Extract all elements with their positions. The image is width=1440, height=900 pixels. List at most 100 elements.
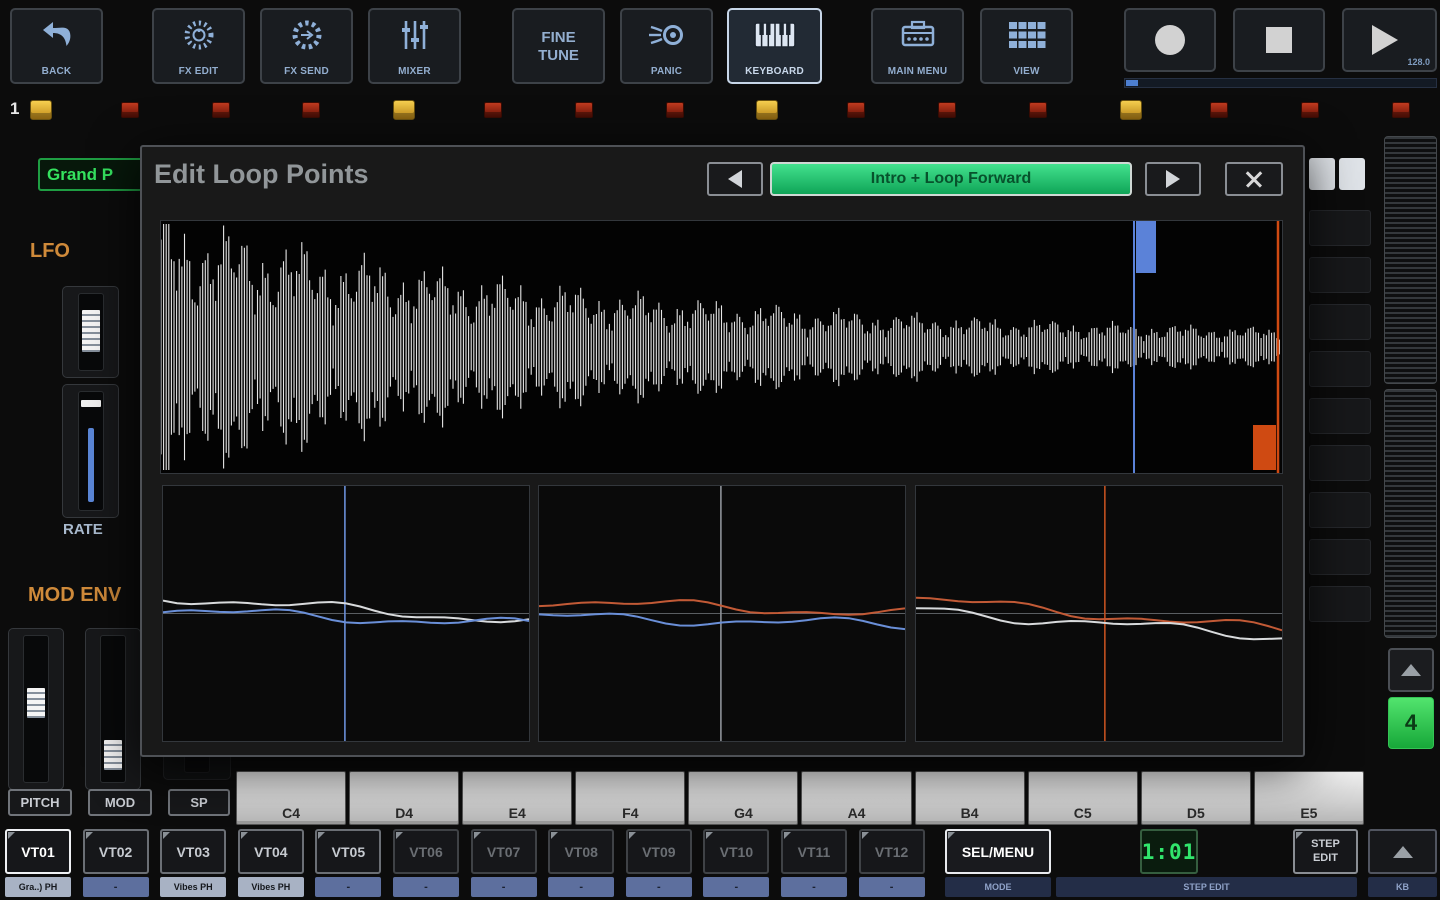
fader-handle[interactable] (82, 310, 100, 352)
piano-key[interactable]: D5 (1141, 771, 1251, 825)
background-slot (1309, 492, 1371, 528)
song-position-bar[interactable] (1124, 78, 1437, 88)
up-arrow-icon (1393, 846, 1413, 858)
background-slot (1309, 586, 1371, 622)
track-button[interactable]: VT04 (238, 829, 304, 874)
piano-key[interactable]: A4 (801, 771, 911, 825)
octave-keyboard: C4D4E4F4G4A4B4C5D5E5 (236, 771, 1364, 825)
track-button[interactable]: VT08 (548, 829, 614, 874)
track-status-cell: - (859, 877, 925, 897)
record-button[interactable] (1124, 8, 1216, 72)
fx-knob-icon (182, 16, 216, 54)
pad-icon[interactable] (212, 102, 230, 118)
track-status-cell: - (471, 877, 537, 897)
envelope-panel-1[interactable] (162, 485, 530, 742)
pad-icon[interactable] (121, 102, 139, 118)
track-button[interactable]: VT03 (160, 829, 226, 874)
piano-key[interactable]: E5 (1254, 771, 1364, 825)
pad-icon[interactable] (938, 102, 956, 118)
track-button[interactable]: VT02 (83, 829, 149, 874)
track-status-cell: Vibes PH (238, 877, 304, 897)
track-status-row: Gra..) PH-Vibes PHVibes PH-------- MODE … (0, 877, 1440, 899)
loop-start-handle[interactable] (1136, 221, 1156, 273)
loop-mode-prev-button[interactable] (707, 162, 763, 196)
pad-icon[interactable] (666, 102, 684, 118)
page-number-button[interactable]: 4 (1388, 697, 1434, 749)
pad-icon[interactable] (1120, 100, 1142, 120)
track-button[interactable]: VT11 (781, 829, 847, 874)
piano-key[interactable]: C4 (236, 771, 346, 825)
pad-icon[interactable] (484, 102, 502, 118)
keyboard-up-button[interactable] (1368, 829, 1437, 874)
track-button[interactable]: VT10 (703, 829, 769, 874)
mod-env-fader-1[interactable] (8, 628, 64, 790)
background-slot (1309, 351, 1371, 387)
step-edit-button[interactable]: STEP EDIT (1293, 829, 1358, 874)
fx-send-button[interactable]: FX SEND (260, 8, 353, 84)
track-button[interactable]: VT09 (626, 829, 692, 874)
pad-icon[interactable] (30, 100, 52, 120)
piano-key[interactable]: E4 (462, 771, 572, 825)
mod-button[interactable]: MOD (88, 789, 152, 816)
fine-tune-button[interactable]: FINE TUNE (512, 8, 605, 84)
background-slot (1309, 539, 1371, 575)
pad-icon[interactable] (1210, 102, 1228, 118)
sp-button[interactable]: SP (168, 789, 230, 816)
background-slot (1309, 445, 1371, 481)
piano-key[interactable]: G4 (688, 771, 798, 825)
keyboard-button[interactable]: KEYBOARD (727, 8, 822, 84)
pad-icon[interactable] (847, 102, 865, 118)
lfo-wave-fader[interactable] (62, 286, 119, 378)
pad-icon[interactable] (393, 100, 415, 120)
track-status-cell: - (315, 877, 381, 897)
pad-icon[interactable] (575, 102, 593, 118)
fx-edit-button[interactable]: FX EDIT (152, 8, 245, 84)
piano-key[interactable]: F4 (575, 771, 685, 825)
scroll-wheel-upper[interactable] (1384, 136, 1437, 384)
loop-mode-select[interactable]: Intro + Loop Forward (770, 162, 1132, 196)
pad-icon[interactable] (756, 100, 778, 120)
envelope-panel-3[interactable] (915, 485, 1283, 742)
page-up-button[interactable] (1388, 648, 1434, 692)
stop-button[interactable] (1233, 8, 1325, 72)
fader-slot (78, 391, 104, 511)
fader-slot (100, 635, 126, 783)
loop-mode-next-button[interactable] (1145, 162, 1201, 196)
loop-end-handle[interactable] (1253, 425, 1276, 470)
main-menu-button[interactable]: MAIN MENU (871, 8, 964, 84)
pad-icon[interactable] (1392, 102, 1410, 118)
track-button[interactable]: VT12 (859, 829, 925, 874)
main-menu-label: MAIN MENU (888, 66, 948, 77)
piano-key[interactable]: C5 (1028, 771, 1138, 825)
fx-send-label: FX SEND (284, 66, 329, 77)
bpm-value: 128.0 (1407, 57, 1430, 67)
octave-spin-control[interactable] (1309, 158, 1367, 192)
mixer-button[interactable]: MIXER (368, 8, 461, 84)
lfo-rate-fader[interactable] (62, 384, 119, 518)
sel-menu-button[interactable]: SEL/MENU (945, 829, 1051, 874)
dialog-close-button[interactable] (1225, 162, 1283, 196)
pitch-button[interactable]: PITCH (8, 789, 72, 816)
track-button[interactable]: VT06 (393, 829, 459, 874)
panic-button[interactable]: PANIC (620, 8, 713, 84)
back-button[interactable]: BACK (10, 8, 103, 84)
pad-icon[interactable] (302, 102, 320, 118)
track-button[interactable]: VT05 (315, 829, 381, 874)
fader-handle[interactable] (104, 740, 122, 770)
kb-bar: KB (1368, 877, 1437, 897)
dialog-title: Edit Loop Points (154, 159, 368, 190)
fader-handle[interactable] (27, 688, 45, 718)
scroll-wheel-lower[interactable] (1384, 389, 1437, 638)
track-button[interactable]: VT01 (5, 829, 71, 874)
track-button[interactable]: VT07 (471, 829, 537, 874)
piano-key[interactable]: D4 (349, 771, 459, 825)
piano-key[interactable]: B4 (915, 771, 1025, 825)
envelope-panel-2[interactable] (538, 485, 906, 742)
view-button[interactable]: VIEW (980, 8, 1073, 84)
pad-icon[interactable] (1301, 102, 1319, 118)
pad-icon[interactable] (1029, 102, 1047, 118)
waveform-display[interactable] (160, 220, 1283, 474)
fader-handle[interactable] (81, 400, 101, 407)
play-button[interactable]: 128.0 (1342, 8, 1437, 72)
mod-env-fader-2[interactable] (85, 628, 141, 790)
